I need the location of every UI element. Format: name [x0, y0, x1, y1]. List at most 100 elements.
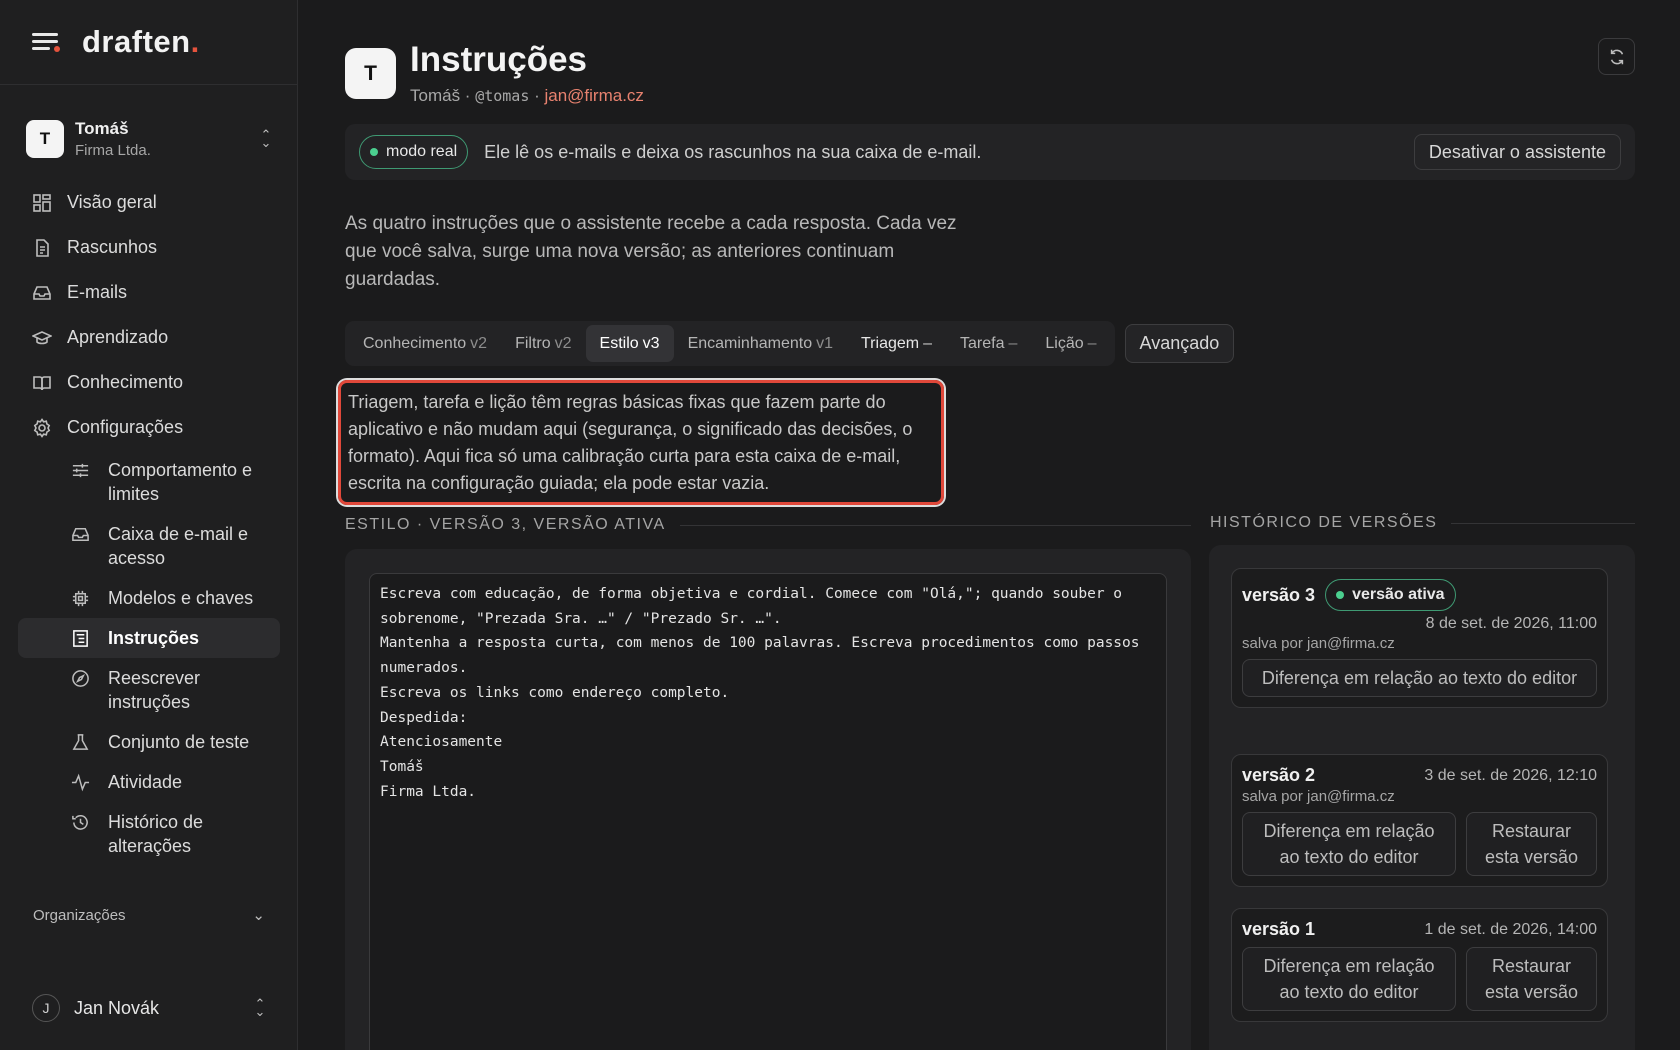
settings-submenu: Comportamento e limites Caixa de e-mail … — [18, 450, 280, 866]
page-header: T Instruções Tomáš · @tomas · jan@firma.… — [345, 40, 644, 106]
sidebar-item-label: Conhecimento — [67, 372, 184, 392]
sidebar-item-label: Visão geral — [67, 192, 157, 212]
history-icon — [70, 810, 90, 834]
tab-triage[interactable]: Triagem – — [847, 325, 946, 362]
chip-icon — [70, 586, 90, 610]
account-switcher[interactable]: T Tomáš Firma Ltda. ⌃ ⌄ — [26, 116, 274, 162]
sidebar-item-label: Aprendizado — [67, 327, 169, 347]
diff-button[interactable]: Diferença em relação ao texto do editor — [1242, 659, 1597, 697]
mailbox-avatar: T — [345, 48, 396, 99]
version-history-panel: versão 3 versão ativa 8 de set. de 2026,… — [1209, 545, 1635, 1050]
sidebar-item-instructions[interactable]: Instruções — [18, 618, 280, 658]
brand-bar: draften. — [0, 0, 297, 85]
sidebar-item-knowledge[interactable]: Conhecimento — [18, 360, 280, 405]
sidebar: draften. T Tomáš Firma Ltda. ⌃ ⌄ Visão ge… — [0, 0, 298, 1050]
organizations-label: Organizações — [33, 906, 126, 924]
instruction-tabs: Conhecimento v2 Filtro v2 Estilo v3 Encamin… — [345, 321, 1235, 366]
mode-bar: modo real Ele lê os e-mails e deixa os r… — [345, 124, 1635, 180]
graduation-cap-icon — [32, 328, 52, 348]
tab-filter[interactable]: Filtro v2 — [501, 325, 585, 362]
editor-section-title: ESTILO · VERSÃO 3, VERSÃO ATIVA — [345, 516, 1191, 534]
sidebar-item-label: Reescrever instruções — [108, 668, 201, 712]
chevron-down-icon: ⌄ — [252, 907, 265, 924]
deactivate-assistant-button[interactable]: Desativar o assistente — [1413, 134, 1621, 170]
sidebar-item-behavior[interactable]: Comportamento e limites — [18, 450, 280, 514]
sidebar-item-emails[interactable]: E-mails — [18, 270, 280, 315]
sliders-icon — [70, 458, 90, 482]
page-subtitle: Tomáš · @tomas · jan@firma.cz — [410, 86, 644, 105]
instruction-editor[interactable]: Escreva com educação, de forma objetiva … — [369, 573, 1167, 1050]
version-date: 8 de set. de 2026, 11:00 — [1425, 615, 1597, 632]
version-saved-by: salva por jan@firma.cz — [1242, 635, 1395, 652]
tab-routing[interactable]: Encaminhamento v1 — [674, 325, 847, 362]
sidebar-item-label: Atividade — [108, 772, 183, 792]
grid-icon — [32, 193, 52, 213]
version-name: versão 2 — [1242, 765, 1316, 785]
version-name: versão 3 versão ativa — [1242, 579, 1456, 611]
instructions-icon — [70, 626, 90, 650]
sidebar-item-label: Comportamento e limites — [108, 460, 253, 504]
tab-task[interactable]: Tarefa – — [946, 325, 1031, 362]
document-icon — [32, 238, 52, 258]
sidebar-item-change-history[interactable]: Histórico de alterações — [18, 802, 280, 866]
fixed-rules-note: Triagem, tarefa e lição têm regras básic… — [338, 380, 944, 505]
mode-badge: modo real — [359, 135, 469, 169]
intro-text: As quatro instruções que o assistente re… — [345, 213, 957, 290]
diff-button[interactable]: Diferença em relação ao texto do editor — [1242, 947, 1456, 1011]
sidebar-item-label: Configurações — [67, 417, 184, 437]
user-menu[interactable]: J Jan Novák ⌃ ⌄ — [32, 994, 268, 1022]
version-name: versão 1 — [1242, 919, 1316, 939]
sidebar-item-learning[interactable]: Aprendizado — [18, 315, 280, 360]
sidebar-item-label: E-mails — [67, 282, 128, 302]
mode-description: Ele lê os e-mails e deixa os rascunhos n… — [484, 141, 982, 162]
restore-version-button[interactable]: Restaurar esta versão — [1466, 812, 1597, 876]
sidebar-item-rewrite[interactable]: Reescrever instruções — [18, 658, 280, 722]
account-org: Firma Ltda. — [75, 142, 151, 159]
sidebar-item-label: Modelos e chaves — [108, 588, 254, 608]
sidebar-item-models[interactable]: Modelos e chaves — [18, 578, 280, 618]
version-saved-by: salva por jan@firma.cz — [1242, 788, 1395, 805]
inbox-icon — [32, 283, 52, 303]
logo: draften. — [82, 24, 200, 59]
sidebar-nav: Visão geral Rascunhos E-mails Aprendizad… — [18, 180, 280, 866]
status-dot-icon — [370, 148, 378, 156]
active-version-badge: versão ativa — [1325, 579, 1456, 611]
sidebar-item-drafts[interactable]: Rascunhos — [18, 225, 280, 270]
account-name: Tomáš — [75, 119, 129, 138]
menu-icon[interactable] — [32, 31, 60, 53]
activity-icon — [70, 770, 90, 794]
user-name: Jan Novák — [74, 997, 160, 1018]
sidebar-item-label: Rascunhos — [67, 237, 158, 257]
sidebar-item-activity[interactable]: Atividade — [18, 762, 280, 802]
restore-version-button[interactable]: Restaurar esta versão — [1466, 947, 1597, 1011]
sidebar-item-mailbox[interactable]: Caixa de e-mail e acesso — [18, 514, 280, 578]
history-section-title: HISTÓRICO DE VERSÕES — [1210, 514, 1635, 532]
account-avatar: T — [26, 120, 64, 158]
sidebar-item-label: Histórico de alterações — [108, 812, 204, 856]
refresh-button[interactable] — [1598, 38, 1635, 75]
tab-style[interactable]: Estilo v3 — [585, 325, 674, 362]
tab-knowledge[interactable]: Conhecimento v2 — [349, 325, 501, 362]
page-title: Instruções — [410, 40, 587, 79]
chevron-up-down-icon: ⌃ ⌄ — [260, 127, 272, 150]
sidebar-item-label: Caixa de e-mail e acesso — [108, 524, 249, 568]
version-date: 1 de set. de 2026, 14:00 — [1424, 920, 1597, 938]
header-email-link[interactable]: jan@firma.cz — [544, 86, 643, 105]
version-card: versão 1 1 de set. de 2026, 14:00 Difere… — [1231, 908, 1608, 1022]
diff-button[interactable]: Diferença em relação ao texto do editor — [1242, 812, 1456, 876]
tab-lesson[interactable]: Lição – — [1031, 325, 1110, 362]
chevron-up-down-icon: ⌃ ⌄ — [254, 996, 266, 1019]
version-card: versão 3 versão ativa 8 de set. de 2026,… — [1231, 568, 1608, 708]
sidebar-item-testset[interactable]: Conjunto de teste — [18, 722, 280, 762]
main-content: T Instruções Tomáš · @tomas · jan@firma.… — [338, 0, 1635, 1050]
inbox-icon — [70, 522, 90, 546]
advanced-button[interactable]: Avançado — [1124, 324, 1235, 363]
version-date: 3 de set. de 2026, 12:10 — [1424, 766, 1597, 784]
organizations-toggle[interactable]: Organizações ⌄ — [33, 906, 265, 925]
sidebar-item-label: Conjunto de teste — [108, 732, 250, 752]
refresh-icon — [1610, 49, 1623, 64]
sidebar-item-overview[interactable]: Visão geral — [18, 180, 280, 225]
sidebar-item-settings[interactable]: Configurações — [18, 405, 280, 450]
sidebar-item-label: Instruções — [108, 628, 200, 648]
user-avatar: J — [32, 994, 60, 1022]
